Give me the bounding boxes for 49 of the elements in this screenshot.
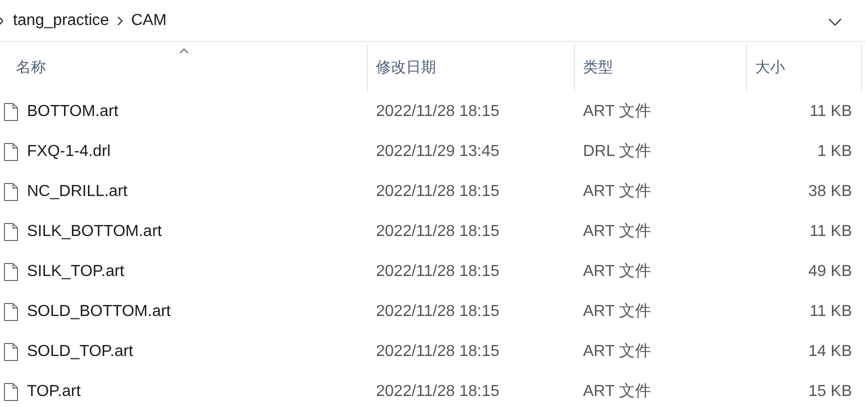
file-type: ART 文件 <box>583 103 651 120</box>
file-type: ART 文件 <box>583 303 651 320</box>
file-type: ART 文件 <box>583 183 651 200</box>
document-icon <box>3 142 19 162</box>
file-size: 11 KB <box>810 222 852 242</box>
file-size: 14 KB <box>808 342 852 362</box>
file-size: 11 KB <box>810 302 852 322</box>
file-name[interactable]: SILK_TOP.art <box>27 260 124 284</box>
document-icon <box>3 182 19 202</box>
document-icon <box>3 382 19 402</box>
file-name[interactable]: FXQ-1-4.drl <box>27 140 111 164</box>
modified-date: 2022/11/28 18:15 <box>376 103 500 120</box>
modified-date: 2022/11/28 18:15 <box>376 303 500 320</box>
document-icon <box>3 102 19 122</box>
modified-date: 2022/11/28 18:15 <box>376 223 500 240</box>
file-size: 15 KB <box>808 382 852 402</box>
document-icon <box>3 342 19 362</box>
document-icon <box>3 262 19 282</box>
file-type: DRL 文件 <box>583 143 651 160</box>
document-icon <box>3 222 19 242</box>
modified-date: 2022/11/28 18:15 <box>376 263 500 280</box>
file-size: 11 KB <box>810 102 852 122</box>
column-header[interactable]: 大小 <box>755 56 785 80</box>
file-type: ART 文件 <box>583 383 651 400</box>
breadcrumb-item[interactable]: CAM <box>131 8 167 32</box>
document-icon <box>3 302 19 322</box>
file-name[interactable]: TOP.art <box>27 380 81 404</box>
file-type: ART 文件 <box>583 223 651 240</box>
file-name[interactable]: SOLD_BOTTOM.art <box>27 300 171 324</box>
file-type: ART 文件 <box>583 263 651 280</box>
file-type: ART 文件 <box>583 343 651 360</box>
chevron-right-icon <box>117 16 124 26</box>
modified-date: 2022/11/28 18:15 <box>376 383 500 400</box>
file-size: 1 KB <box>817 142 852 162</box>
file-name[interactable]: NC_DRILL.art <box>27 180 128 204</box>
file-name[interactable]: SILK_BOTTOM.art <box>27 220 162 244</box>
chevron-down-icon[interactable] <box>828 18 842 26</box>
column-header[interactable]: 名称 <box>16 56 46 80</box>
file-size: 49 KB <box>808 262 852 282</box>
column-header[interactable]: 修改日期 <box>376 56 436 80</box>
file-name[interactable]: BOTTOM.art <box>27 100 118 124</box>
modified-date: 2022/11/29 13:45 <box>376 143 500 160</box>
breadcrumb-item[interactable]: tang_practice <box>13 8 110 32</box>
column-header[interactable]: 类型 <box>583 56 613 80</box>
chevron-right-icon <box>0 16 3 26</box>
file-name[interactable]: SOLD_TOP.art <box>27 340 134 364</box>
modified-date: 2022/11/28 18:15 <box>376 343 500 360</box>
modified-date: 2022/11/28 18:15 <box>376 183 500 200</box>
file-size: 38 KB <box>808 182 852 202</box>
